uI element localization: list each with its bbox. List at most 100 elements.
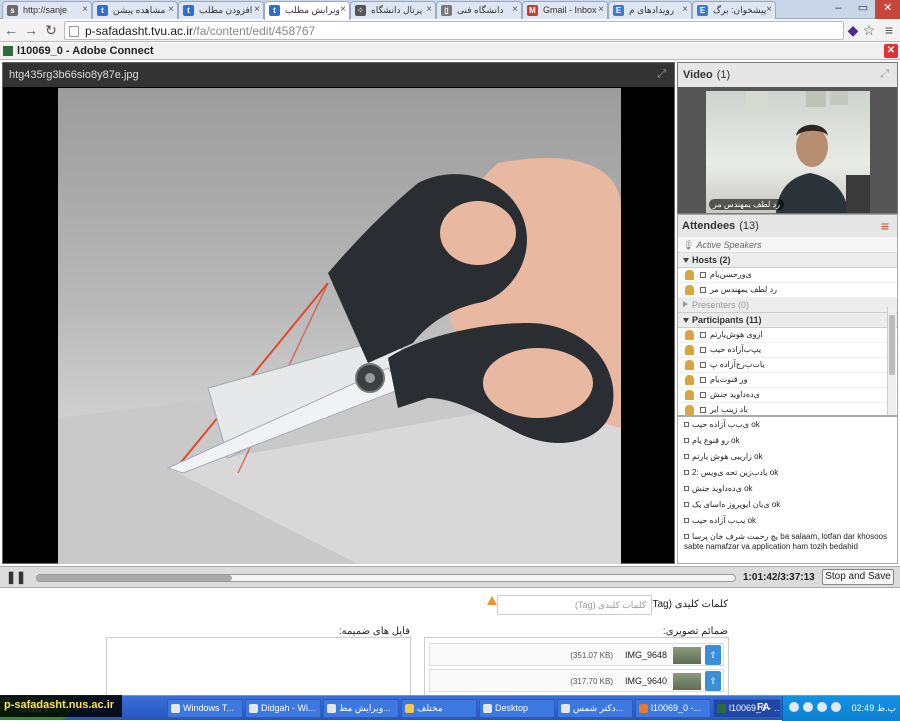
playback-progress-slider[interactable]: [36, 574, 736, 582]
browser-tab[interactable]: E پیشخوان: برگ ×: [692, 1, 776, 19]
upload-icon[interactable]: ⇧: [705, 671, 721, 691]
tvu-icon: t: [269, 5, 280, 16]
adobe-connect-logo-icon: [3, 46, 13, 56]
participant-icon: [685, 375, 694, 385]
close-icon[interactable]: ×: [254, 4, 260, 15]
scrollbar-thumb[interactable]: [889, 315, 895, 375]
shared-image: [58, 88, 621, 564]
attendee-row[interactable]: یات‌ب‌رج‌آزاده پ: [678, 358, 897, 373]
chat-message: ی‌یان ایوپروز ه‌اسای یک ok: [678, 497, 897, 513]
browser-tab[interactable]: ▯ دانشگاه فنی ×: [436, 1, 522, 19]
pause-button[interactable]: ❚❚: [6, 570, 26, 584]
bookmark-star-icon[interactable]: ☆: [860, 22, 878, 39]
status-icon: [684, 438, 689, 443]
attendee-row[interactable]: ی‌ده‌داوید جنش: [678, 388, 897, 403]
taskbar-item[interactable]: Windows T...: [167, 699, 243, 718]
presenters-section[interactable]: Presenters (0): [678, 298, 897, 313]
language-indicator[interactable]: FA: [757, 702, 770, 713]
attendee-row[interactable]: رد لطف یمهندس مر: [678, 283, 897, 298]
video-pod: Video (1) ⤢ رد لطف یمهندس مر: [677, 62, 898, 214]
participants-section[interactable]: Participants (11): [678, 313, 897, 328]
browser-tab[interactable]: ⁘ پرتال دانشگاه ×: [350, 1, 436, 19]
taskbar-item[interactable]: مختلف: [401, 699, 477, 718]
warning-icon: [487, 596, 497, 605]
minimize-button[interactable]: –: [826, 0, 851, 19]
s-icon: s: [7, 5, 18, 16]
help-icon[interactable]: [789, 702, 799, 712]
attendee-row[interactable]: ی‌ورحسن‌یام: [678, 268, 897, 283]
firefox-icon: [639, 704, 648, 713]
playback-bar: ❚❚ 1:01:42/3:37:13 Stop and Save: [0, 566, 900, 588]
file-attachments-box[interactable]: [106, 637, 411, 697]
hosts-section[interactable]: Hosts (2): [678, 253, 897, 268]
status-icon: [684, 422, 689, 427]
taskbar-item[interactable]: l10069_0 -...: [635, 699, 711, 718]
network-icon[interactable]: [803, 702, 813, 712]
attendee-row[interactable]: ور قنوت‌یام: [678, 373, 897, 388]
taskbar-item[interactable]: Didgah - Wi...: [245, 699, 321, 718]
host-icon: [685, 285, 694, 295]
browser-tab-bar: s http://sanje × t مشاهده پیشن × t افزودن مطل…: [0, 0, 900, 20]
taskbar-item[interactable]: دکتر شمس...: [557, 699, 633, 718]
menu-icon[interactable]: ≡: [880, 22, 898, 38]
presenter-video: [746, 91, 870, 213]
forward-button[interactable]: →: [22, 22, 40, 38]
close-icon[interactable]: ×: [682, 4, 688, 15]
attachment-item[interactable]: ⇧ IMG_9640 (317.70 KB): [429, 669, 724, 692]
gmail-icon: M: [527, 5, 538, 16]
maximize-button[interactable]: ▭: [851, 0, 876, 19]
taskbar-item[interactable]: ویرایش مط...: [323, 699, 399, 718]
status-icon: [700, 376, 706, 383]
system-tray: FA 02:49 ب.ظ: [757, 696, 900, 721]
browser-tab[interactable]: t افزودن مطلب ×: [178, 1, 264, 19]
url-input[interactable]: p-safadasht.tvu.ac.ir/fa/content/edit/45…: [64, 21, 844, 40]
back-button[interactable]: ←: [2, 22, 20, 38]
reload-button[interactable]: ↻: [42, 22, 60, 39]
close-icon[interactable]: ×: [766, 4, 772, 15]
close-icon[interactable]: ×: [340, 4, 346, 15]
browser-tab-active[interactable]: t ویرایش مطلب ×: [264, 1, 350, 20]
browser-tab[interactable]: E رویدادهای م ×: [608, 1, 692, 19]
close-icon[interactable]: ×: [512, 4, 518, 15]
chat-message: زاریبی هوش یارتم ok: [678, 449, 897, 465]
browser-tab[interactable]: t مشاهده پیشن ×: [92, 1, 178, 19]
close-icon[interactable]: ×: [426, 4, 432, 15]
volume-icon[interactable]: [817, 702, 827, 712]
e-icon: E: [613, 5, 624, 16]
expand-icon[interactable]: ⤢: [657, 68, 666, 81]
status-icon: [684, 470, 689, 475]
attachment-item[interactable]: ⇧ IMG_9648 (351.07 KB): [429, 643, 724, 666]
participant-icon: [685, 330, 694, 340]
status-icon: [684, 454, 689, 459]
attendee-row[interactable]: یپ‌ب‌آزاده حیب: [678, 343, 897, 358]
share-pod-header: htg435rg3b66sio8y87e.jpg ⤢: [3, 63, 674, 87]
participant-icon: [685, 345, 694, 355]
tags-input[interactable]: کلمات کلیدی (Tag): [497, 595, 652, 615]
attendee-row[interactable]: ازوی هوش‌یارتم: [678, 328, 897, 343]
taskbar-item[interactable]: Desktop: [479, 699, 555, 718]
browser-tab[interactable]: s http://sanje ×: [2, 1, 92, 19]
taskbar-item-active[interactable]: l10069_0 - ...: [713, 699, 781, 718]
browser-tab[interactable]: M Gmail - Inbox ×: [522, 1, 608, 19]
share-pod: htg435rg3b66sio8y87e.jpg ⤢: [2, 62, 675, 564]
upload-icon[interactable]: ⇧: [705, 645, 721, 665]
status-icon: [700, 391, 706, 398]
app-icon: [171, 704, 180, 713]
app-close-button[interactable]: ✕: [884, 44, 898, 58]
app-title: l10069_0 - Adobe Connect: [17, 45, 154, 57]
close-icon[interactable]: ×: [82, 4, 88, 15]
pod-menu-icon[interactable]: ≡: [881, 218, 889, 234]
close-icon[interactable]: ×: [598, 4, 604, 15]
expand-icon[interactable]: ⤢: [880, 68, 889, 81]
stop-and-save-button[interactable]: Stop and Save: [822, 569, 894, 585]
attendees-scrollbar[interactable]: [887, 307, 896, 415]
window-close-button[interactable]: ✕: [875, 0, 900, 19]
status-icon: [684, 518, 689, 523]
antivirus-icon[interactable]: [831, 702, 841, 712]
close-icon[interactable]: ×: [168, 4, 174, 15]
chat-pod: ی‌ب‌ب آزاده حیب ok رو قنوع یام ok زاریبی…: [677, 416, 898, 564]
webcam-feed[interactable]: رد لطف یمهندس مر: [706, 91, 870, 213]
clock: 02:49 ب.ظ: [851, 703, 896, 713]
content-edit-form: کلمات کلیدی (Tag): کلمات کلیدی (Tag) ضما…: [0, 589, 900, 697]
host-icon: [685, 270, 694, 280]
